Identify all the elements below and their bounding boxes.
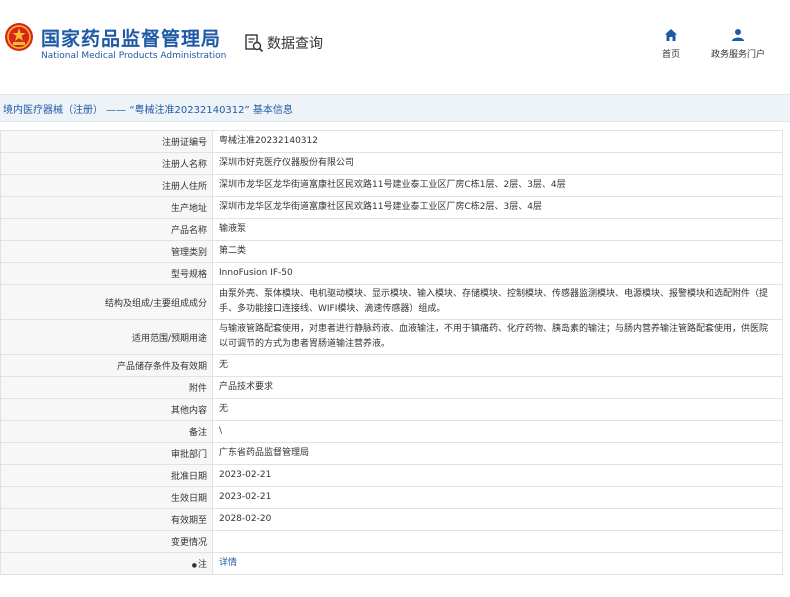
row-value: 广东省药品监督管理局 <box>212 442 783 465</box>
home-icon <box>665 29 677 41</box>
nav-service-portal[interactable]: 政务服务门户 <box>706 28 770 60</box>
table-row: 附件 产品技术要求 <box>0 376 783 399</box>
row-value: 无 <box>212 398 783 421</box>
row-label: 有效期至 <box>0 508 213 531</box>
site-header: 国家药品监督管理局 National Medical Products Admi… <box>0 0 790 78</box>
breadcrumb-bar: 境内医疗器械（注册） —— “粤械注准20232140312” 基本信息 <box>0 94 790 122</box>
row-value: 2028-02-20 <box>212 508 783 531</box>
row-value: 2023-02-21 <box>212 464 783 487</box>
table-row: 产品名称 输液泵 <box>0 218 783 241</box>
table-row: 结构及组成/主要组成成分 由泵外壳、泵体模块、电机驱动模块、显示模块、输入模块、存… <box>0 284 783 320</box>
row-label: 注册证编号 <box>0 130 213 153</box>
table-row: 审批部门 广东省药品监督管理局 <box>0 442 783 465</box>
row-value: InnoFusion IF-50 <box>212 262 783 285</box>
row-label: 适用范围/预期用途 <box>0 319 213 355</box>
row-label: ●注 <box>0 552 213 575</box>
table-row: 生产地址 深圳市龙华区龙华街道富康社区民欢路11号建业泰工业区厂房C栋2层、3层、… <box>0 196 783 219</box>
table-row: 适用范围/预期用途 与输液管路配套使用，对患者进行静脉药液、血液输注，不用于镇痛药… <box>0 319 783 355</box>
table-row-note: ●注 详情 <box>0 552 783 575</box>
table-row: 注册证编号 粤械注准20232140312 <box>0 130 783 153</box>
row-value: 无 <box>212 354 783 377</box>
row-value: 粤械注准20232140312 <box>212 130 783 153</box>
row-label: 产品储存条件及有效期 <box>0 354 213 377</box>
row-label: 注册人名称 <box>0 152 213 175</box>
nav-home[interactable]: 首页 <box>661 28 681 60</box>
row-label: 生产地址 <box>0 196 213 219</box>
table-row: 管理类别 第二类 <box>0 240 783 263</box>
row-label: 备注 <box>0 420 213 443</box>
row-label: 变更情况 <box>0 530 213 553</box>
site-name-en[interactable]: National Medical Products Administration <box>41 51 226 61</box>
bullet-icon: ● <box>191 562 197 569</box>
row-value: 由泵外壳、泵体模块、电机驱动模块、显示模块、输入模块、存储模块、控制模块、传感器… <box>212 284 783 320</box>
table-row: 批准日期 2023-02-21 <box>0 464 783 487</box>
breadcrumb: 境内医疗器械（注册） —— “粤械注准20232140312” 基本信息 <box>3 105 293 116</box>
row-value: 输液泵 <box>212 218 783 241</box>
row-label: 生效日期 <box>0 486 213 509</box>
row-label: 批准日期 <box>0 464 213 487</box>
row-label: 附件 <box>0 376 213 399</box>
row-value: 2023-02-21 <box>212 486 783 509</box>
details-link[interactable]: 详情 <box>219 558 237 568</box>
row-value <box>212 530 783 553</box>
national-emblem-icon <box>5 23 33 51</box>
table-row: 生效日期 2023-02-21 <box>0 486 783 509</box>
table-row: 注册人住所 深圳市龙华区龙华街道富康社区民欢路11号建业泰工业区厂房C栋1层、2层… <box>0 174 783 197</box>
row-label: 审批部门 <box>0 442 213 465</box>
detail-table: 注册证编号 粤械注准20232140312 注册人名称 深圳市好克医疗仪器股份有限公司… <box>0 130 783 575</box>
row-value: 第二类 <box>212 240 783 263</box>
row-value: 产品技术要求 <box>212 376 783 399</box>
row-label: 型号规格 <box>0 262 213 285</box>
data-query-icon <box>245 34 264 53</box>
table-row: 型号规格 InnoFusion IF-50 <box>0 262 783 285</box>
data-query-title: 数据查询 <box>244 33 323 53</box>
site-name-cn[interactable]: 国家药品监督管理局 <box>41 24 221 51</box>
table-row: 注册人名称 深圳市好克医疗仪器股份有限公司 <box>0 152 783 175</box>
row-label: 产品名称 <box>0 218 213 241</box>
row-value: \ <box>212 420 783 443</box>
row-value: 与输液管路配套使用，对患者进行静脉药液、血液输注，不用于镇痛药、化疗药物、胰岛素… <box>212 319 783 355</box>
table-row: 备注 \ <box>0 420 783 443</box>
user-icon <box>732 29 744 41</box>
note-label: 注 <box>197 560 207 570</box>
row-label: 注册人住所 <box>0 174 213 197</box>
row-value: 深圳市好克医疗仪器股份有限公司 <box>212 152 783 175</box>
row-label: 管理类别 <box>0 240 213 263</box>
row-value: 详情 <box>212 552 783 575</box>
table-row: 有效期至 2028-02-20 <box>0 508 783 531</box>
row-value: 深圳市龙华区龙华街道富康社区民欢路11号建业泰工业区厂房C栋2层、3层、4层 <box>212 196 783 219</box>
table-row: 其他内容无 <box>0 398 783 421</box>
data-query-label: 数据查询 <box>267 36 323 52</box>
row-label: 其他内容 <box>0 398 213 421</box>
table-row: 变更情况 <box>0 530 783 553</box>
nav-home-label: 首页 <box>661 50 680 60</box>
row-value: 深圳市龙华区龙华街道富康社区民欢路11号建业泰工业区厂房C栋1层、2层、3层、4… <box>212 174 783 197</box>
nav-service-portal-label: 政务服务门户 <box>710 50 765 60</box>
row-label: 结构及组成/主要组成成分 <box>0 284 213 320</box>
table-row: 产品储存条件及有效期无 <box>0 354 783 377</box>
